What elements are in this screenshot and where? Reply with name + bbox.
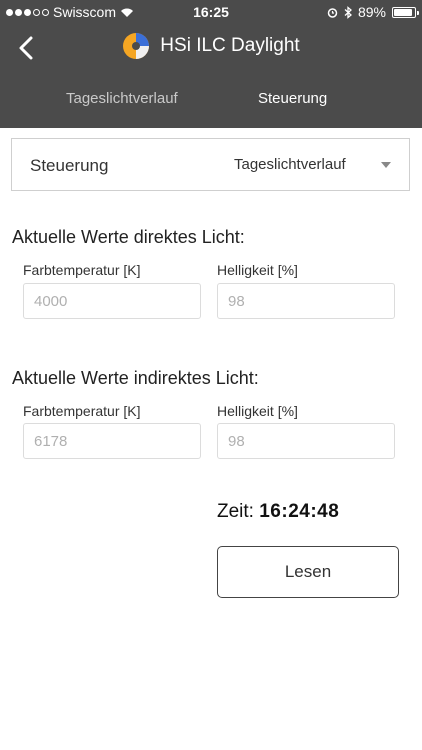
mode-select[interactable]: Steuerung Tageslichtverlauf bbox=[11, 138, 410, 191]
direct-light-title: Aktuelle Werte direktes Licht: bbox=[12, 227, 245, 247]
alarm-icon bbox=[327, 7, 338, 18]
indirect-brightness-field[interactable] bbox=[217, 423, 395, 459]
battery-percent: 89% bbox=[357, 4, 386, 20]
page-title: HSi ILC Daylight bbox=[160, 35, 300, 56]
direct-brightness-label: Helligkeit [%] bbox=[217, 262, 298, 278]
indirect-light-title: Aktuelle Werte indirektes Licht: bbox=[12, 368, 259, 388]
status-right: 89% bbox=[327, 4, 419, 20]
time-value: 16:24:48 bbox=[259, 501, 340, 522]
time-label: Zeit: bbox=[217, 501, 254, 522]
bluetooth-icon bbox=[344, 5, 352, 19]
mode-select-label: Steuerung bbox=[30, 156, 109, 175]
tab-bar: Tageslichtverlauf Steuerung bbox=[0, 84, 422, 118]
indirect-color-temp-label: Farbtemperatur [K] bbox=[23, 403, 141, 419]
battery-level bbox=[394, 8, 412, 16]
status-bar: Swisscom 16:25 89% bbox=[0, 0, 422, 24]
indirect-brightness-label: Helligkeit [%] bbox=[217, 403, 298, 419]
read-button[interactable]: Lesen bbox=[217, 546, 399, 598]
time-readout: Zeit: 16:24:48 bbox=[217, 501, 339, 523]
direct-color-temp-label: Farbtemperatur [K] bbox=[23, 262, 141, 278]
direct-brightness-field[interactable] bbox=[217, 283, 395, 319]
direct-color-temp-field[interactable] bbox=[23, 283, 201, 319]
mode-select-value: Tageslichtverlauf bbox=[234, 156, 346, 173]
app-header: Swisscom 16:25 89% HSi ILC Daylight Tage… bbox=[0, 0, 422, 128]
navigation-bar: HSi ILC Daylight bbox=[0, 28, 422, 68]
battery-icon bbox=[392, 6, 419, 18]
tab-tageslichtverlauf[interactable]: Tageslichtverlauf bbox=[66, 90, 178, 107]
app-logo-icon bbox=[123, 33, 150, 59]
indirect-color-temp-field[interactable] bbox=[23, 423, 201, 459]
tab-steuerung[interactable]: Steuerung bbox=[258, 90, 327, 107]
caret-down-icon bbox=[381, 162, 391, 168]
nav-title-group: HSi ILC Daylight bbox=[0, 32, 422, 60]
